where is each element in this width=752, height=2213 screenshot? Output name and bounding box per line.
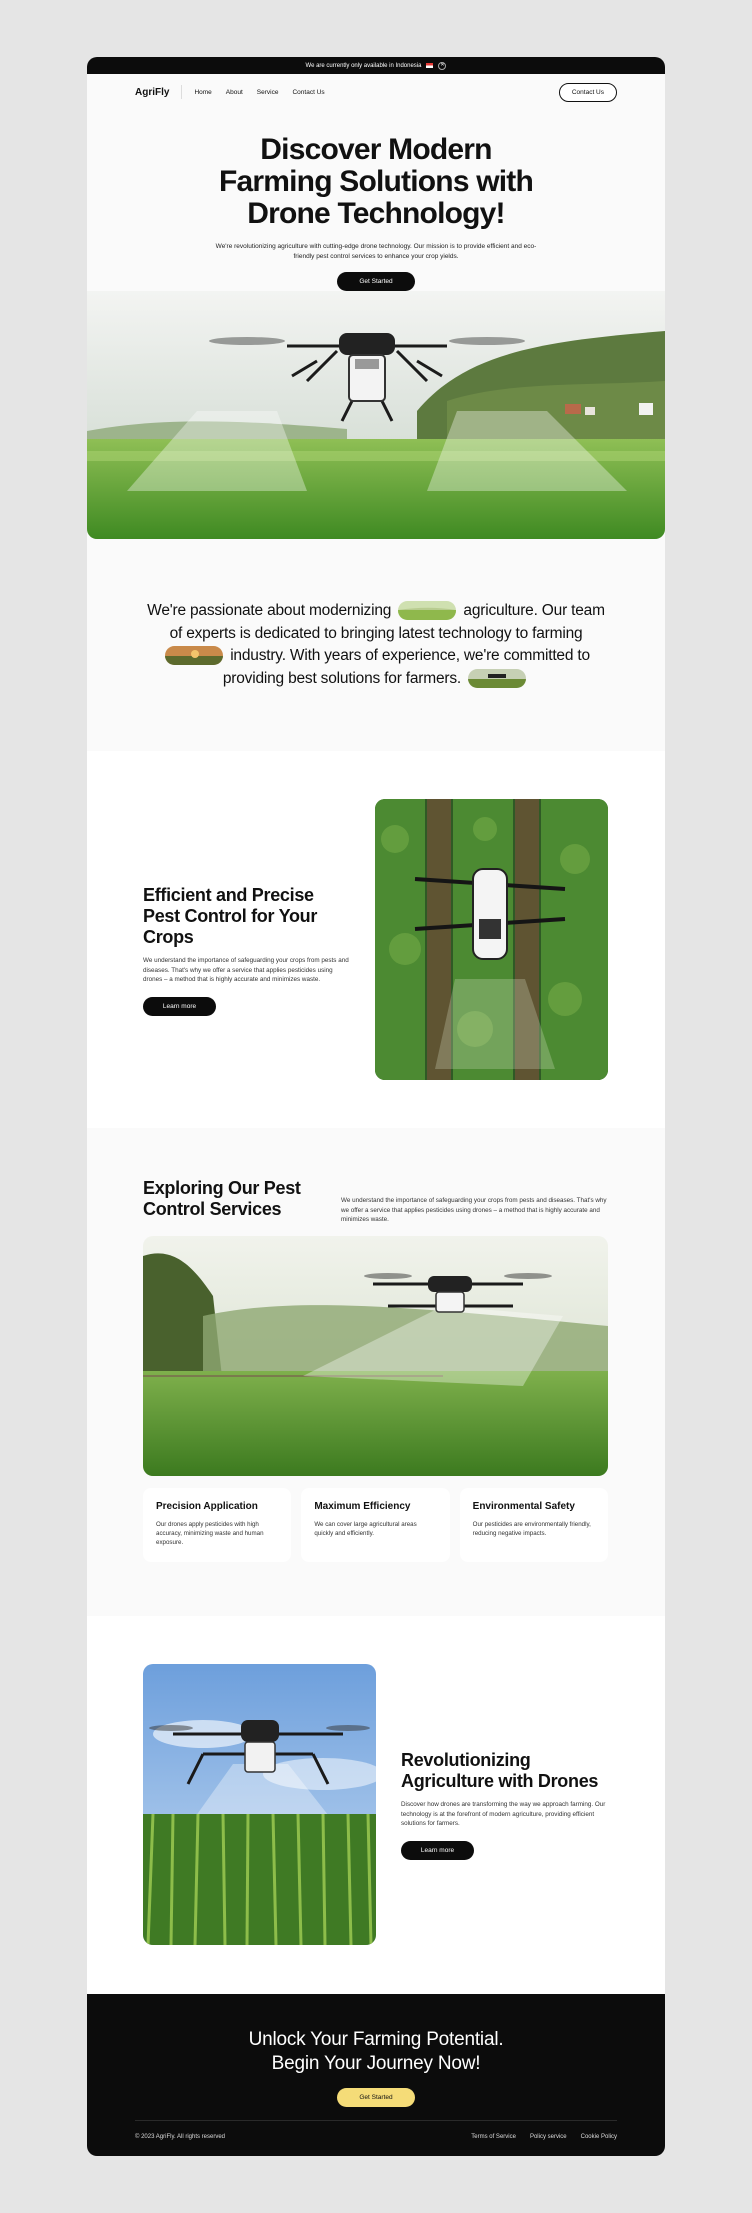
- about-statement: We're passionate about modernizing agric…: [141, 600, 611, 690]
- hero-title-line-1: Discover Modern: [260, 133, 492, 166]
- revolution-title: Revolutionizing Agriculture with Drones: [401, 1750, 599, 1791]
- card-title: Maximum Efficiency: [314, 1501, 411, 1512]
- card-title: Precision Application: [156, 1501, 258, 1512]
- nav-link-contact[interactable]: Contact Us: [292, 89, 324, 96]
- hero-title: Discover Modern Farming Solutions with D…: [87, 134, 665, 230]
- about-text-3: industry. With years of experience, we'r…: [222, 647, 590, 687]
- footer-get-started-button[interactable]: Get Started: [337, 2088, 415, 2107]
- logo[interactable]: AgriFly: [135, 87, 169, 98]
- card-title: Environmental Safety: [472, 1501, 575, 1512]
- copyright: © 2023 AgriFly. All rights reserved: [135, 2134, 226, 2140]
- footer-headline: Unlock Your Farming Potential. Begin You…: [87, 1994, 665, 2076]
- nav-links: Home About Service Contact Us: [194, 89, 558, 96]
- nav-link-about[interactable]: About: [226, 89, 243, 96]
- announcement-bar: We are currently only available in Indon…: [87, 57, 665, 74]
- pest-control-text: Efficient and Precise Pest Control for Y…: [143, 885, 353, 1016]
- drone-spraying-image: [143, 1236, 608, 1476]
- hero-subtitle: We're revolutionizing agriculture with c…: [215, 243, 537, 260]
- services-section: Exploring Our Pest Control Services We u…: [87, 1128, 665, 1616]
- service-card-environment: Environmental Safety Our pesticides are …: [459, 1488, 608, 1562]
- about-text-1: We're passionate about modernizing: [147, 602, 392, 619]
- get-started-button[interactable]: Get Started: [337, 272, 415, 291]
- drone-pill: [468, 668, 527, 688]
- nav-link-home[interactable]: Home: [194, 89, 211, 96]
- service-card-efficiency: Maximum Efficiency We can cover large ag…: [301, 1488, 450, 1562]
- card-body: Our drones apply pesticides with high ac…: [156, 1521, 264, 1546]
- service-cards: Precision Application Our drones apply p…: [143, 1488, 608, 1562]
- learn-more-button[interactable]: Learn more: [143, 996, 216, 1016]
- pest-control-title: Efficient and Precise Pest Control for Y…: [143, 885, 318, 947]
- sunset-field-pill: [165, 646, 224, 666]
- footer-headline-line-2: Begin Your Journey Now!: [271, 2053, 481, 2074]
- page-frame: We are currently only available in Indon…: [87, 57, 665, 2156]
- field-photo-pill: [398, 601, 457, 621]
- contact-us-button[interactable]: Contact Us: [558, 82, 617, 102]
- services-title: Exploring Our Pest Control Services: [143, 1178, 301, 1219]
- services-description: We understand the importance of safeguar…: [341, 1197, 607, 1223]
- navbar: AgriFly Home About Service Contact Us Co…: [87, 74, 665, 110]
- hero-title-line-2: Farming Solutions with: [218, 165, 534, 198]
- drone-cornfield-image: [143, 1664, 376, 1945]
- revolution-section: Revolutionizing Agriculture with Drones …: [87, 1616, 665, 1994]
- close-icon[interactable]: ✕: [438, 61, 447, 70]
- footer-headline-line-1: Unlock Your Farming Potential.: [248, 2029, 504, 2050]
- revolution-body: Discover how drones are transforming the…: [401, 1801, 606, 1827]
- drone-over-crops-image: [375, 799, 608, 1080]
- footer-link-terms[interactable]: Terms of Service: [471, 2134, 516, 2140]
- footer-links: Terms of Service Policy service Cookie P…: [471, 2134, 617, 2140]
- hero-title-line-3: Drone Technology!: [247, 197, 505, 230]
- revolution-text: Revolutionizing Agriculture with Drones …: [401, 1750, 611, 1860]
- announcement-text: We are currently only available in Indon…: [305, 62, 422, 69]
- footer-bottom: © 2023 AgriFly. All rights reserved Term…: [135, 2134, 617, 2140]
- about-section: We're passionate about modernizing agric…: [87, 539, 665, 751]
- pest-control-body: We understand the importance of safeguar…: [143, 957, 349, 983]
- footer-link-policy[interactable]: Policy service: [530, 2134, 567, 2140]
- nav-link-service[interactable]: Service: [257, 89, 279, 96]
- footer: Unlock Your Farming Potential. Begin You…: [87, 1994, 665, 2156]
- indonesia-flag-icon: [426, 63, 434, 68]
- nav-divider: [181, 85, 183, 99]
- card-body: Our pesticides are environmentally frien…: [472, 1521, 591, 1537]
- footer-divider: [135, 2120, 617, 2121]
- footer-link-cookie[interactable]: Cookie Policy: [581, 2134, 617, 2140]
- card-body: We can cover large agricultural areas qu…: [314, 1521, 417, 1537]
- hero-section: Discover Modern Farming Solutions with D…: [87, 110, 665, 539]
- hero-drone-image: [87, 291, 665, 539]
- pest-control-section: Efficient and Precise Pest Control for Y…: [87, 751, 665, 1128]
- service-card-precision: Precision Application Our drones apply p…: [143, 1488, 292, 1562]
- drone-field-illustration: [87, 291, 665, 539]
- learn-more-button[interactable]: Learn more: [401, 1840, 474, 1860]
